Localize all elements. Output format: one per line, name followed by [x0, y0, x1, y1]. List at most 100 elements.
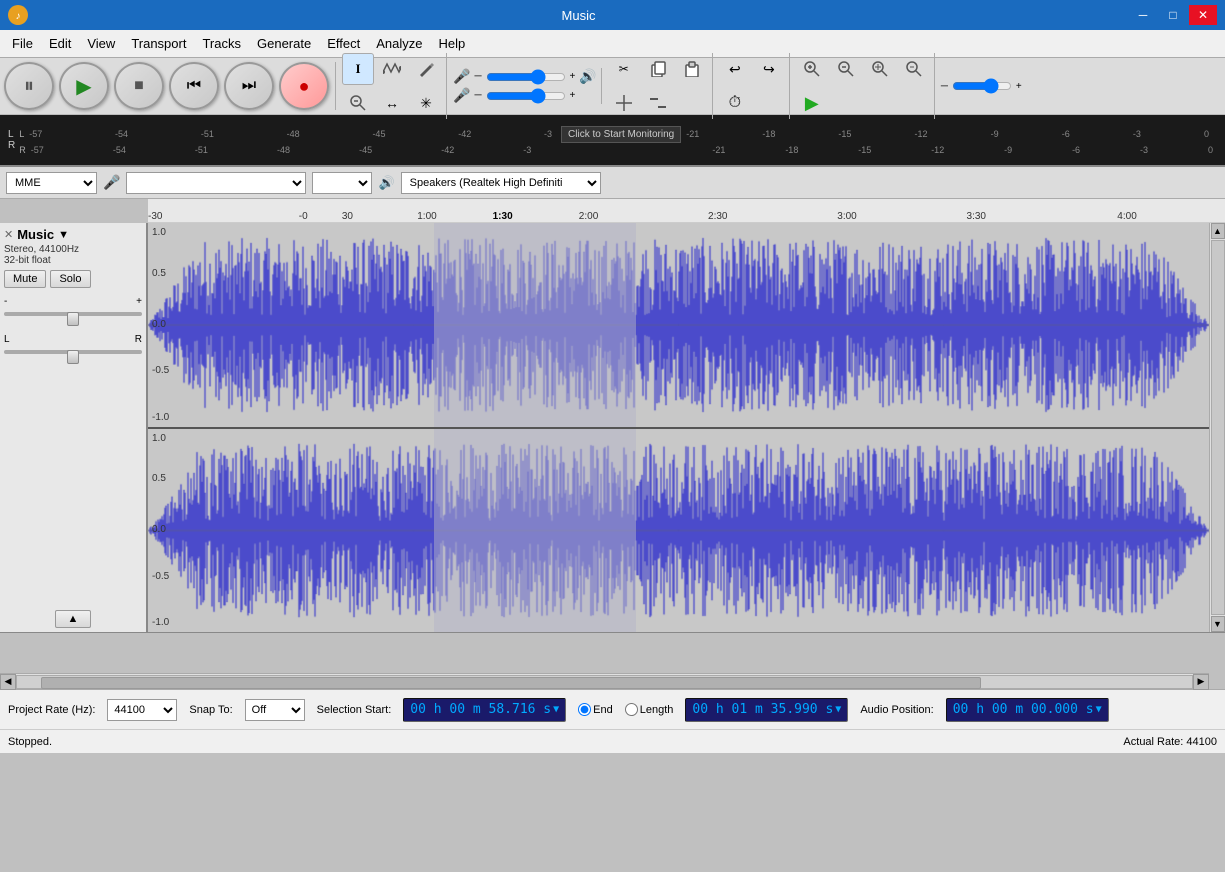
gain-slider-thumb[interactable] [67, 312, 79, 326]
collapse-button[interactable]: ▲ [55, 610, 92, 628]
pause-button[interactable]: ⏸ [4, 62, 54, 110]
h-scroll-thumb[interactable] [41, 677, 981, 689]
play-button[interactable]: ▶ [59, 62, 109, 110]
scroll-up-button[interactable]: ▲ [1211, 223, 1225, 239]
end-time-dropdown[interactable]: ▼ [835, 704, 841, 715]
timeshift-tool-button[interactable]: ✳ [410, 87, 442, 119]
end-radio-label[interactable]: End [578, 703, 613, 716]
end-time-display[interactable]: 00 h 01 m 35.990 s ▼ [685, 698, 848, 722]
click-monitor-button[interactable]: Click to Start Monitoring [561, 126, 681, 143]
scroll-thumb-v[interactable] [1211, 240, 1225, 615]
menu-analyze[interactable]: Analyze [368, 32, 430, 55]
svg-text:♪: ♪ [16, 11, 21, 22]
device-bar: MME DirectSound WASAPI 🎤 🔊 Speakers (Rea… [0, 167, 1225, 199]
length-radio[interactable] [625, 703, 638, 716]
vu-meter-section: LR L -57-54-51-48-45-42-3 Click to Start… [0, 115, 1225, 167]
menu-help[interactable]: Help [430, 32, 473, 55]
zoom-fit-button[interactable] [898, 53, 930, 85]
scroll-down-button[interactable]: ▼ [1211, 616, 1225, 632]
y-label-bot-0.0: 0.0 [152, 524, 166, 535]
y-label-top-neg0.5: -0.5 [152, 365, 169, 376]
audio-pos-dropdown[interactable]: ▼ [1096, 704, 1102, 715]
redo-button[interactable]: ↪ [753, 53, 785, 85]
track-menu-button[interactable]: ▼ [58, 229, 69, 241]
window-title: Music [28, 8, 1129, 23]
pan-left-label: L [4, 334, 10, 345]
pan-right-label: R [135, 334, 142, 345]
play-device-select[interactable]: Speakers (Realtek High Definiti [401, 172, 601, 194]
scroll-left-button[interactable]: ◀ [0, 674, 16, 690]
multi-tool-button[interactable]: ↔ [376, 87, 408, 119]
waveform-display[interactable]: 1.0 0.5 0.0 -0.5 -1.0 1.0 0.5 0.0 -0.5 -… [148, 223, 1209, 632]
cut-button[interactable]: ✂ [608, 53, 640, 85]
bottom-controls-bar: Project Rate (Hz): 44100 Snap To: Off Se… [0, 689, 1225, 729]
audio-host-select[interactable]: MME DirectSound WASAPI [6, 172, 97, 194]
actual-rate-text: Actual Rate: 44100 [1123, 736, 1217, 748]
length-radio-label[interactable]: Length [625, 703, 674, 716]
menu-transport[interactable]: Transport [123, 32, 194, 55]
pan-slider-thumb[interactable] [67, 350, 79, 364]
output-gain-slider[interactable] [952, 80, 1012, 92]
end-radio[interactable] [578, 703, 591, 716]
window-controls: ─ □ ✕ [1129, 5, 1217, 25]
selection-tool-button[interactable]: I [342, 53, 374, 85]
mic-volume-slider[interactable] [486, 71, 566, 83]
stop-button[interactable]: ■ [114, 62, 164, 110]
draw-tool-button[interactable] [410, 53, 442, 85]
selection-start-dropdown[interactable]: ▼ [553, 704, 559, 715]
menu-effect[interactable]: Effect [319, 32, 368, 55]
mic-icon2: 🎤 [103, 174, 120, 191]
track-header: ✕ Music ▼ Stereo, 44100Hz 32-bit float M… [0, 223, 148, 632]
mic-icon: 🎤 [453, 68, 470, 85]
menu-tracks[interactable]: Tracks [194, 32, 249, 55]
selection-start-label: Selection Start: [317, 704, 392, 716]
menu-generate[interactable]: Generate [249, 32, 319, 55]
timer-button[interactable]: ⏱ [719, 87, 751, 119]
fit-button[interactable] [864, 53, 896, 85]
horizontal-scrollbar[interactable]: ◀ ▶ [0, 673, 1209, 689]
envelope-tool-button[interactable] [376, 53, 408, 85]
waveform-channel-top[interactable]: 1.0 0.5 0.0 -0.5 -1.0 [148, 223, 1209, 429]
snap-to-select[interactable]: Off [245, 699, 305, 721]
copy-button[interactable] [642, 53, 674, 85]
speaker-icon: 🔊 [579, 68, 596, 85]
menu-edit[interactable]: Edit [41, 32, 79, 55]
playback-volume-slider[interactable] [486, 90, 566, 102]
zoom-out-button[interactable] [830, 53, 862, 85]
record-device-select[interactable] [126, 172, 306, 194]
zoom-tool-button[interactable] [342, 87, 374, 119]
trim-button[interactable] [608, 87, 640, 119]
speaker-icon2: 🔊 [378, 175, 394, 191]
vertical-scrollbar[interactable]: ▲ ▼ [1209, 223, 1225, 632]
skip-back-button[interactable]: ⏮ [169, 62, 219, 110]
close-button[interactable]: ✕ [1189, 5, 1217, 25]
record-button[interactable]: ● [279, 62, 329, 110]
menu-file[interactable]: File [4, 32, 41, 55]
y-label-bot-neg1.0: -1.0 [152, 617, 169, 628]
waveform-channel-bottom[interactable]: 1.0 0.5 0.0 -0.5 -1.0 [148, 429, 1209, 633]
maximize-button[interactable]: □ [1159, 5, 1187, 25]
minimize-button[interactable]: ─ [1129, 5, 1157, 25]
audio-position-display[interactable]: 00 h 00 m 00.000 s ▼ [946, 698, 1109, 722]
record-channels-select[interactable] [312, 172, 372, 194]
status-bar: Stopped. Actual Rate: 44100 [0, 729, 1225, 753]
zoom-in-button[interactable] [796, 53, 828, 85]
y-label-top-0.5: 0.5 [152, 268, 166, 279]
selection-start-display[interactable]: 00 h 00 m 58.716 s ▼ [403, 698, 566, 722]
skip-forward-button[interactable]: ⏭ [224, 62, 274, 110]
paste-button[interactable] [676, 53, 708, 85]
scroll-right-button[interactable]: ▶ [1193, 674, 1209, 690]
audio-position-label: Audio Position: [860, 704, 933, 716]
silence-button[interactable] [642, 87, 674, 119]
track-container: ✕ Music ▼ Stereo, 44100Hz 32-bit float M… [0, 223, 1225, 633]
solo-button[interactable]: Solo [50, 270, 90, 288]
mute-button[interactable]: Mute [4, 270, 46, 288]
undo-button[interactable]: ↩ [719, 53, 751, 85]
y-label-bot-1.0: 1.0 [152, 433, 166, 444]
project-rate-select[interactable]: 44100 [107, 699, 177, 721]
track-info-bitdepth: 32-bit float [4, 255, 142, 266]
play-green-button[interactable]: ▶ [796, 87, 828, 119]
track-close-button[interactable]: ✕ [4, 228, 13, 241]
status-text: Stopped. [8, 736, 52, 748]
menu-view[interactable]: View [79, 32, 123, 55]
